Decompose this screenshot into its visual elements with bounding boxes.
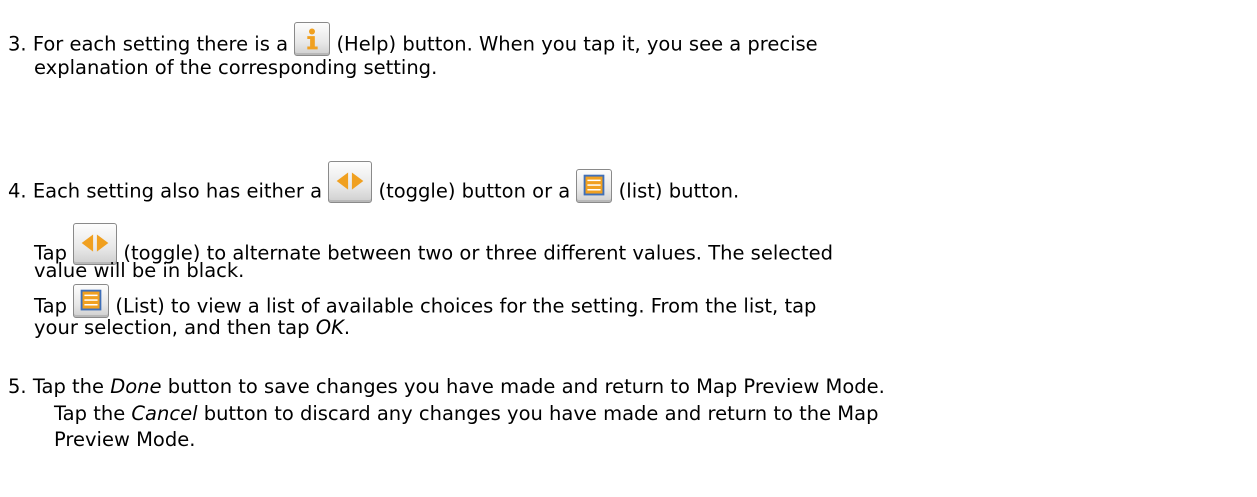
- step-3-icon-label: (Help): [336, 32, 397, 56]
- list-description: (List) to view a list of available choic…: [115, 294, 817, 318]
- step-5-line-3: Preview Mode.: [54, 428, 195, 452]
- step-3-line-2: explanation of the corresponding setting…: [34, 56, 437, 80]
- list-tap-label: Tap: [34, 294, 68, 318]
- step-4-number: 4.: [8, 179, 27, 203]
- toggle-icon[interactable]: [328, 161, 373, 203]
- step-5-text-post: button to save changes you have made and…: [167, 375, 885, 398]
- ok-reference: OK: [315, 316, 344, 339]
- list-description-line-2-post: .: [343, 316, 351, 339]
- step-4-list-line-2: your selection, and then tap OK.: [34, 316, 350, 340]
- step-5-number: 5.: [8, 375, 27, 398]
- list-icon[interactable]: [73, 284, 110, 318]
- step-5-cancel-pre: Tap the: [54, 402, 126, 425]
- step-4-line-1: 4. Each setting also has either a (toggl…: [8, 161, 740, 213]
- toggle-description-line-2: value will be in black.: [34, 259, 245, 282]
- step-4-text-pre: Each setting also has either a: [32, 179, 323, 203]
- step-5-line-1: 5. Tap the Done button to save changes y…: [8, 375, 885, 399]
- list-icon[interactable]: [576, 169, 613, 203]
- step-3-text-post: button. When you tap it, you see a preci…: [402, 32, 818, 56]
- cancel-reference: Cancel: [131, 402, 198, 425]
- step-5-text-line-3: Preview Mode.: [54, 428, 196, 451]
- step-5-line-2: Tap the Cancel button to discard any cha…: [54, 402, 878, 426]
- help-icon[interactable]: [294, 22, 331, 56]
- list-description-line-2-pre: your selection, and then tap: [34, 316, 310, 339]
- step-5-cancel-post: button to discard any changes you have m…: [203, 402, 879, 425]
- step-3-number: 3.: [8, 32, 27, 56]
- step-5-text-pre: Tap the: [32, 375, 105, 398]
- step-4-toggle-line-2: value will be in black.: [34, 259, 244, 283]
- step-4-text-post: (list) button.: [618, 179, 740, 203]
- step-3-text-pre: For each setting there is a: [32, 32, 289, 56]
- step-4-text-mid: (toggle) button or a: [378, 179, 571, 203]
- done-reference: Done: [110, 375, 162, 398]
- step-3-text-line-2: explanation of the corresponding setting…: [34, 56, 438, 79]
